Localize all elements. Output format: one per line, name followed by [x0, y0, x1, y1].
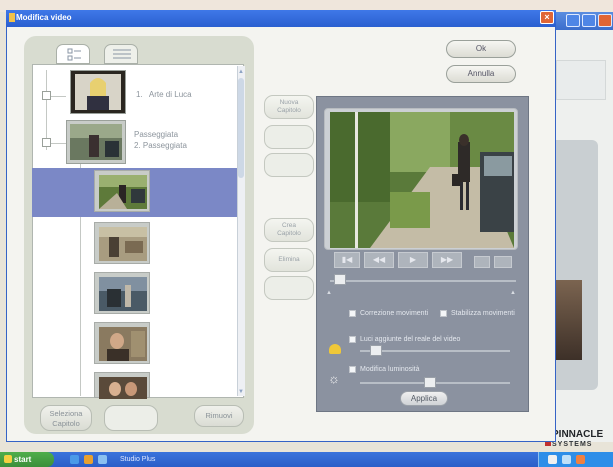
- triangle-right-icon: ▲: [510, 290, 516, 296]
- scene-thumbnail[interactable]: [94, 222, 150, 264]
- clip-thumbnail[interactable]: [66, 120, 126, 164]
- brightness-checkbox[interactable]: [349, 366, 356, 373]
- prev-button[interactable]: ▮◀: [334, 252, 360, 268]
- scroll-down-icon[interactable]: ▼: [238, 388, 244, 396]
- triangle-left-icon: ▲: [326, 290, 332, 296]
- list-item[interactable]: 1. Arte di Luca: [136, 89, 192, 100]
- item-number: 1.: [136, 90, 143, 99]
- disabled-button: [264, 276, 314, 300]
- scene-thumbnail[interactable]: [94, 170, 150, 212]
- scrollbar-thumb[interactable]: [238, 78, 244, 178]
- blank-button: [104, 405, 158, 431]
- color-checkbox[interactable]: [349, 336, 356, 343]
- bg-close-icon: [598, 14, 612, 27]
- scene-image: [99, 227, 147, 261]
- tab-list-view[interactable]: [104, 44, 138, 64]
- item-subtitle: 2. Passeggiata: [134, 141, 187, 150]
- pinnacle-logo: PINNACLE SYSTEMS: [552, 430, 612, 450]
- detail-view-icon: [67, 48, 81, 61]
- item-label: Arte di Luca: [148, 90, 192, 99]
- play-button[interactable]: ▶: [398, 252, 428, 268]
- color-label: Luci aggiunte del reale del video: [360, 336, 461, 343]
- clip-image: [70, 124, 122, 160]
- stabilize-checkbox[interactable]: [440, 310, 447, 317]
- quicklaunch-icon[interactable]: [70, 455, 79, 464]
- select-chapter-button[interactable]: Seleziona Capitolo: [40, 405, 92, 431]
- quicklaunch-icon[interactable]: [98, 455, 107, 464]
- cancel-button[interactable]: Annulla: [446, 65, 516, 83]
- motion-correction-checkbox[interactable]: [349, 310, 356, 317]
- create-chapter-button[interactable]: Crea Capitolo: [264, 218, 314, 242]
- scrubber-track[interactable]: [330, 280, 516, 282]
- fast-forward-button[interactable]: ▶▶: [432, 252, 462, 268]
- scene-image: [99, 175, 147, 209]
- video-preview[interactable]: [330, 112, 514, 248]
- window-title: Modifica video: [16, 13, 72, 22]
- color-icon: [329, 344, 341, 354]
- rewind-button[interactable]: ◀◀: [364, 252, 394, 268]
- list-view-icon: [113, 49, 131, 59]
- new-chapter-button[interactable]: Nuova Capitolo: [264, 95, 314, 119]
- scene-image: [99, 277, 147, 311]
- brightness-slider-knob[interactable]: [424, 377, 436, 388]
- windows-logo-icon: [4, 455, 12, 463]
- clip-thumbnail[interactable]: [70, 70, 126, 114]
- quicklaunch-icon[interactable]: [84, 455, 93, 464]
- apply-button[interactable]: Applica: [400, 391, 448, 406]
- scene-thumbnail[interactable]: [94, 272, 150, 314]
- motion-correction-label: Correzione movimenti: [360, 310, 429, 317]
- color-slider-track[interactable]: [360, 350, 510, 352]
- brand-name: PINNACLE: [552, 429, 604, 440]
- tray-icon[interactable]: [548, 455, 557, 464]
- mark-in-button[interactable]: [474, 256, 490, 268]
- scrubber-knob[interactable]: [334, 274, 346, 285]
- disabled-button: [264, 153, 314, 177]
- clip-image: [71, 71, 125, 113]
- disabled-button: [264, 125, 314, 149]
- background-photo: [552, 280, 582, 360]
- brand-tagline: SYSTEMS: [552, 441, 593, 448]
- bg-maximize-icon: [582, 14, 596, 27]
- titlebar: [6, 10, 556, 27]
- video-image: [330, 112, 514, 248]
- scroll-up-icon[interactable]: ▲: [238, 68, 244, 76]
- tree-expander[interactable]: [42, 91, 51, 100]
- mark-out-button[interactable]: [494, 256, 512, 268]
- background-thumbnail: [556, 60, 606, 100]
- brightness-icon: ☼: [328, 371, 340, 386]
- scene-thumbnail[interactable]: [94, 372, 150, 399]
- brightness-label: Modifica luminosità: [360, 366, 420, 373]
- list-item[interactable]: Passeggiata 2. Passeggiata: [134, 129, 187, 151]
- tray-icon[interactable]: [562, 455, 571, 464]
- tab-detail-view[interactable]: [56, 44, 90, 64]
- color-slider-knob[interactable]: [370, 345, 382, 356]
- item-title: Passeggiata: [134, 130, 179, 139]
- remove-button[interactable]: Rimuovi: [194, 405, 244, 427]
- tray-icon[interactable]: [576, 455, 585, 464]
- tree-expander[interactable]: [42, 138, 51, 147]
- scene-thumbnail[interactable]: [94, 322, 150, 364]
- stabilize-label: Stabilizza movimenti: [451, 310, 515, 317]
- app-icon: [9, 13, 15, 22]
- scene-image: [99, 327, 147, 361]
- taskbar-app-button[interactable]: Studio Plus: [120, 454, 190, 465]
- close-button[interactable]: ×: [540, 11, 554, 24]
- bg-minimize-icon: [566, 14, 580, 27]
- ok-button[interactable]: Ok: [446, 40, 516, 58]
- delete-button[interactable]: Elimina: [264, 248, 314, 272]
